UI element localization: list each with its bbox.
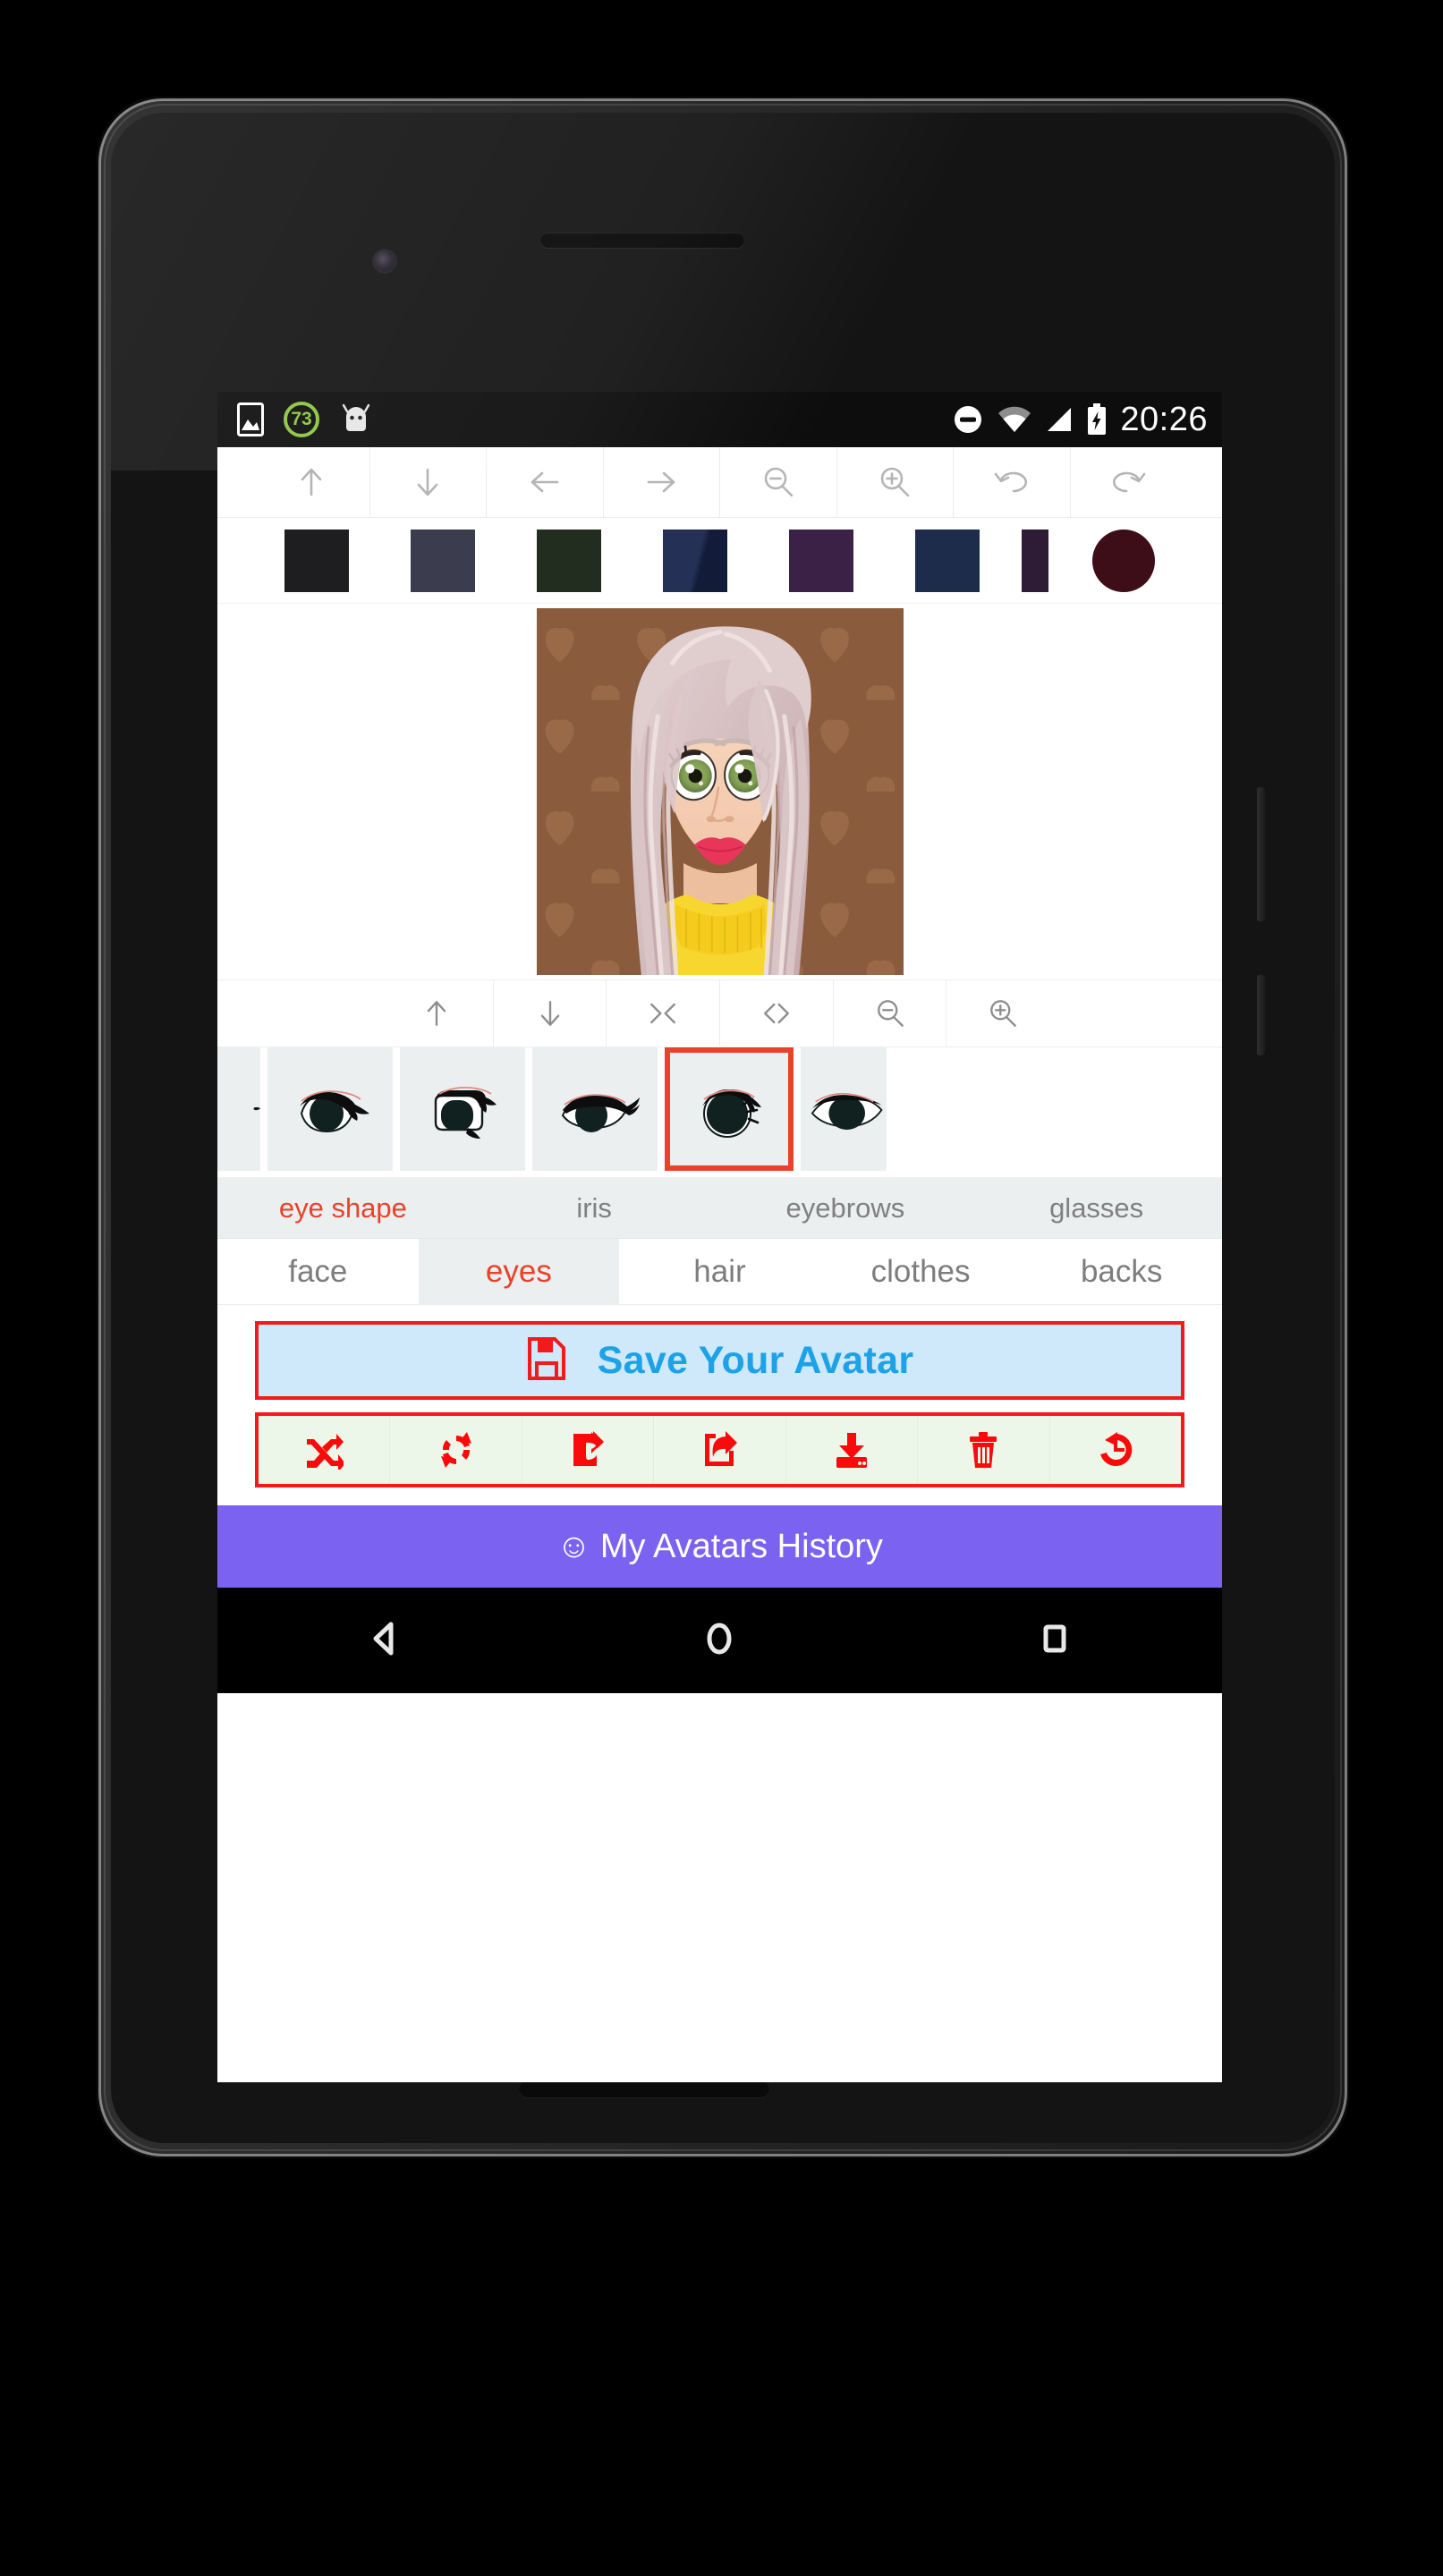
eye-shape-option-0[interactable]	[217, 1047, 260, 1171]
widen-button[interactable]	[720, 980, 834, 1046]
color-palette	[217, 518, 1222, 604]
status-bar-clock: 20:26	[1120, 400, 1208, 438]
phone-screen: 73 20:26 eye shape iris eyebrows glasses…	[217, 392, 1222, 2082]
save-avatar-button[interactable]: Save Your Avatar	[255, 1321, 1184, 1400]
subtab-eyebrows[interactable]: eyebrows	[720, 1178, 972, 1238]
move-up-button[interactable]	[253, 447, 370, 517]
nav-back-button[interactable]	[363, 1617, 406, 1665]
nav-recents-button[interactable]	[1033, 1617, 1076, 1665]
color-swatch-3[interactable]	[505, 529, 632, 592]
my-avatars-history-label: My Avatars History	[599, 1527, 883, 1565]
cellular-signal-icon	[1045, 405, 1074, 434]
delete-button[interactable]	[918, 1416, 1050, 1484]
item-zoom-in-button[interactable]	[946, 980, 1059, 1046]
subtab-eye-shape[interactable]: eye shape	[217, 1178, 469, 1238]
narrow-button[interactable]	[607, 980, 721, 1046]
floppy-disk-save-icon	[526, 1336, 567, 1385]
save-section: Save Your Avatar	[217, 1305, 1222, 1400]
smiley-face-icon: ☺	[556, 1528, 591, 1565]
restore-button[interactable]	[1050, 1416, 1181, 1484]
earpiece-speaker	[540, 233, 744, 248]
my-avatars-history-button[interactable]: ☺ My Avatars History	[217, 1505, 1222, 1588]
color-swatch-6[interactable]	[884, 529, 1010, 592]
power-button[interactable]	[1257, 975, 1265, 1055]
wifi-icon	[997, 405, 1032, 434]
eye-shape-option-5[interactable]	[801, 1047, 887, 1171]
item-zoom-out-button[interactable]	[834, 980, 947, 1046]
zoom-out-button[interactable]	[720, 447, 837, 517]
front-camera-icon	[374, 250, 395, 272]
android-navigation-bar	[217, 1588, 1222, 1693]
battery-saver-badge: 73	[284, 402, 319, 437]
tab-hair[interactable]: hair	[619, 1239, 820, 1304]
save-avatar-label: Save Your Avatar	[597, 1338, 914, 1382]
nav-home-button[interactable]	[698, 1617, 741, 1665]
eye-subtab-bar: eye shape iris eyebrows glasses	[217, 1178, 1222, 1239]
battery-charging-icon	[1086, 403, 1108, 436]
eye-shape-option-4[interactable]	[665, 1047, 794, 1171]
eye-shape-option-1[interactable]	[267, 1047, 393, 1171]
zoom-in-button[interactable]	[837, 447, 954, 517]
history-banner-section: ☺ My Avatars History	[217, 1487, 1222, 1588]
subtab-glasses[interactable]: glasses	[971, 1178, 1222, 1238]
download-button[interactable]	[786, 1416, 919, 1484]
do-not-disturb-icon	[952, 403, 984, 436]
action-section	[217, 1400, 1222, 1487]
tab-backs[interactable]: backs	[1021, 1239, 1222, 1304]
color-swatch-1[interactable]	[253, 529, 379, 592]
move-right-button[interactable]	[604, 447, 720, 517]
item-up-button[interactable]	[380, 980, 494, 1046]
avatar-image	[536, 608, 904, 975]
category-tab-bar: face eyes hair clothes backs	[217, 1239, 1222, 1305]
eye-shape-option-2[interactable]	[400, 1047, 525, 1171]
send-to-button[interactable]	[654, 1416, 786, 1484]
item-down-button[interactable]	[494, 980, 607, 1046]
current-color-indicator[interactable]	[1060, 529, 1186, 592]
color-swatch-5[interactable]	[758, 529, 884, 592]
volume-button[interactable]	[1257, 787, 1265, 921]
refresh-button[interactable]	[390, 1416, 522, 1484]
status-bar: 73 20:26	[217, 392, 1222, 447]
color-swatch-2[interactable]	[379, 529, 505, 592]
redo-button[interactable]	[1071, 447, 1187, 517]
tab-clothes[interactable]: clothes	[820, 1239, 1022, 1304]
color-swatch-7[interactable]	[1010, 529, 1060, 592]
eye-shape-carousel[interactable]	[217, 1047, 1222, 1178]
undo-button[interactable]	[954, 447, 1071, 517]
part-adjust-toolbar	[217, 979, 1222, 1047]
randomize-button[interactable]	[259, 1416, 391, 1484]
avatar-action-bar	[255, 1412, 1184, 1487]
subtab-iris[interactable]: iris	[469, 1178, 720, 1238]
transform-toolbar	[217, 447, 1222, 518]
eye-shape-option-3[interactable]	[532, 1047, 658, 1171]
tab-eyes[interactable]: eyes	[418, 1239, 620, 1304]
move-down-button[interactable]	[370, 447, 487, 517]
android-robot-icon	[339, 402, 373, 436]
tab-face[interactable]: face	[217, 1239, 419, 1304]
image-icon	[237, 402, 264, 436]
color-swatch-4[interactable]	[632, 529, 758, 592]
move-left-button[interactable]	[487, 447, 604, 517]
bottom-speaker-grille	[519, 2080, 769, 2097]
share-button[interactable]	[522, 1416, 655, 1484]
avatar-canvas[interactable]	[217, 604, 1222, 979]
